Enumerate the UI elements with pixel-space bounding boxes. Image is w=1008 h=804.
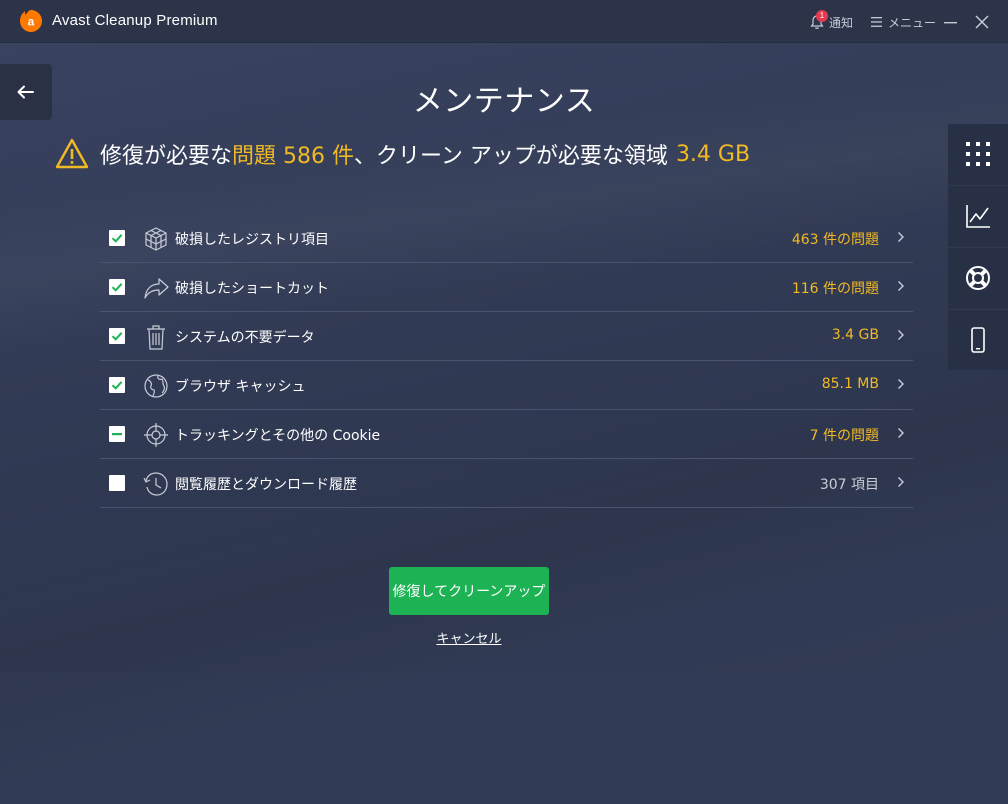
check-icon <box>111 283 123 292</box>
summary-middle: 、クリーン アップが必要な領域 <box>354 144 668 169</box>
item-value: 3.4 GB <box>831 327 879 343</box>
close-button[interactable] <box>975 14 989 29</box>
item-value: 85.1 MB <box>821 376 879 392</box>
side-tool-support[interactable] <box>948 248 1008 310</box>
bell-icon: 1 <box>810 10 828 30</box>
items-list: 破損したレジストリ項目 463 件の問題 破損したショートカット 116 件の問… <box>100 214 913 508</box>
hamburger-icon <box>871 17 882 27</box>
list-item-history[interactable]: 閲覧履歴とダウンロード履歴 307 項目 <box>100 459 913 508</box>
chevron-right-icon <box>898 232 904 242</box>
item-label: トラッキングとその他の Cookie <box>175 428 381 444</box>
indeterminate-icon <box>112 433 122 436</box>
chevron-right-icon <box>898 281 904 291</box>
summary-problems-word: 問題 <box>232 144 277 169</box>
summary-prefix: 修復が必要な <box>100 144 233 169</box>
check-icon <box>111 332 123 341</box>
minimize-button[interactable] <box>943 12 959 30</box>
lifebuoy-icon <box>966 266 990 290</box>
warning-icon <box>55 138 89 169</box>
summary-problems-count: 586 件 <box>283 144 355 169</box>
menu-button[interactable]: メニュー <box>871 13 936 31</box>
item-label: 破損したレジストリ項目 <box>175 232 329 248</box>
globe-icon <box>144 374 168 398</box>
item-label: システムの不要データ <box>175 330 315 346</box>
registry-cube-icon <box>145 227 167 251</box>
list-item-system-junk[interactable]: システムの不要データ 3.4 GB <box>100 312 913 361</box>
chart-icon <box>966 205 990 228</box>
item-value: 307 項目 <box>819 477 879 493</box>
svg-text:a: a <box>28 15 35 29</box>
cancel-link[interactable]: キャンセル <box>436 632 501 647</box>
chevron-right-icon <box>898 330 904 340</box>
check-icon <box>111 381 123 390</box>
list-item-tracking-cookies[interactable]: トラッキングとその他の Cookie 7 件の問題 <box>100 410 913 459</box>
checkbox-shortcuts[interactable] <box>109 279 125 295</box>
notification-badge: 1 <box>816 10 828 22</box>
checkbox-browser-cache[interactable] <box>109 377 125 393</box>
notifications-button[interactable]: 1 通知 <box>810 10 854 31</box>
item-value: 116 件の問題 <box>791 281 879 297</box>
checkbox-tracking-cookies[interactable] <box>109 426 125 442</box>
history-clock-icon <box>143 472 168 496</box>
side-toolbar <box>948 124 1008 370</box>
checkbox-registry[interactable] <box>109 230 125 246</box>
list-item-shortcuts[interactable]: 破損したショートカット 116 件の問題 <box>100 263 913 312</box>
chevron-right-icon <box>898 477 904 487</box>
close-icon <box>975 15 989 29</box>
checkbox-system-junk[interactable] <box>109 328 125 344</box>
item-label: ブラウザ キャッシュ <box>175 379 306 395</box>
avast-logo-icon: a <box>20 10 42 32</box>
summary: 修復が必要な 問題 586 件、クリーン アップが必要な領域 3.4 GB <box>55 136 750 172</box>
side-tool-mobile[interactable] <box>948 310 1008 371</box>
item-label: 破損したショートカット <box>175 281 329 297</box>
chevron-right-icon <box>898 379 904 389</box>
app-title: Avast Cleanup Premium <box>52 12 218 29</box>
trash-icon <box>147 325 165 350</box>
chevron-right-icon <box>898 428 904 438</box>
shortcut-arrow-icon <box>144 278 169 299</box>
checkbox-history[interactable] <box>109 475 125 491</box>
item-value: 7 件の問題 <box>809 428 879 444</box>
grid-icon <box>966 142 990 166</box>
fix-and-clean-button[interactable]: 修復してクリーンアップ <box>389 567 549 615</box>
minimize-icon <box>944 22 957 24</box>
item-value: 463 件の問題 <box>791 232 879 248</box>
crosshair-icon <box>144 423 168 447</box>
notifications-label: 通知 <box>829 15 854 30</box>
side-tool-apps[interactable] <box>948 124 1008 186</box>
page-title: メンテナンス <box>412 84 596 119</box>
list-item-browser-cache[interactable]: ブラウザ キャッシュ 85.1 MB <box>100 361 913 410</box>
phone-icon <box>971 327 985 353</box>
cancel-link-wrapper: キャンセル <box>0 628 938 647</box>
title-bar: a Avast Cleanup Premium 1 通知 メニュー <box>0 0 1008 43</box>
item-label: 閲覧履歴とダウンロード履歴 <box>175 477 357 493</box>
summary-space: 3.4 GB <box>675 141 751 167</box>
menu-label: メニュー <box>888 15 937 30</box>
check-icon <box>111 234 123 243</box>
side-tool-performance[interactable] <box>948 186 1008 248</box>
list-item-registry[interactable]: 破損したレジストリ項目 463 件の問題 <box>100 214 913 263</box>
